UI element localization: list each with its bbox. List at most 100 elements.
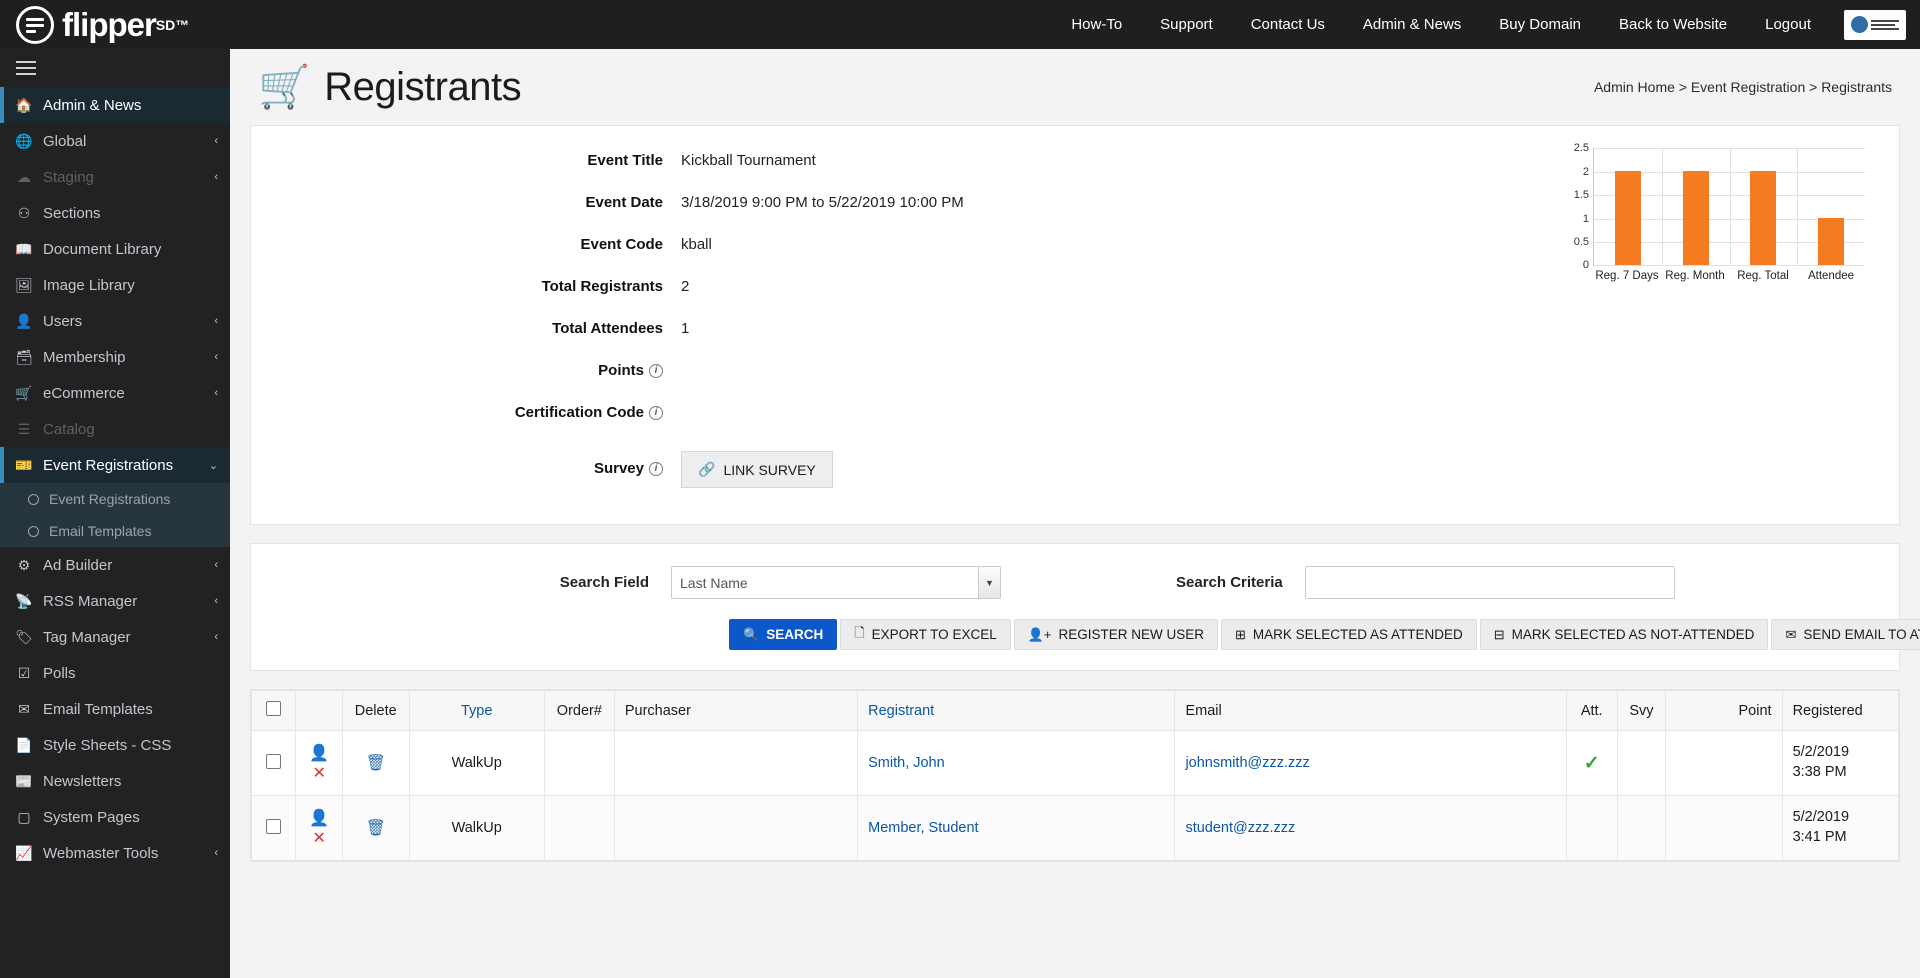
search-button[interactable]: 🔍 SEARCH — [729, 619, 838, 650]
sidebar-item-rss-manager[interactable]: 📡 RSS Manager ‹ — [0, 583, 230, 619]
top-nav-links: How-To Support Contact Us Admin & News B… — [1052, 0, 1920, 49]
sidebar-item-staging[interactable]: ☁ Staging ‹ — [0, 159, 230, 195]
topnav-back-to-website[interactable]: Back to Website — [1600, 0, 1746, 49]
sidebar-item-label: Event Registrations — [43, 456, 174, 474]
search-field-select[interactable]: Last Name — [671, 566, 1001, 599]
sidebar-item-membership[interactable]: 🗃 Membership ‹ — [0, 339, 230, 375]
sidebar-toggle-button[interactable] — [0, 49, 230, 87]
sidebar-item-label: RSS Manager — [43, 592, 138, 610]
row-registered-cell: 5/2/2019 3:38 PM — [1781, 730, 1900, 796]
sidebar-item-ecommerce[interactable]: 🛒 eCommerce ‹ — [0, 375, 230, 411]
mark-selected-as-attended-button[interactable]: ⊞ MARK SELECTED AS ATTENDED — [1221, 619, 1477, 650]
row-select-cell — [250, 730, 297, 796]
topnav-admin-news[interactable]: Admin & News — [1344, 0, 1480, 49]
chevron-left-icon: ‹ — [214, 631, 218, 643]
email-link[interactable]: johnsmith@zzz.zzz — [1185, 755, 1309, 771]
info-icon[interactable]: i — [649, 363, 663, 378]
home-icon: 🏠 — [15, 96, 33, 113]
trash-icon[interactable]: 🗑 — [366, 820, 386, 837]
chevron-left-icon: ‹ — [214, 135, 218, 147]
topnav-support[interactable]: Support — [1141, 0, 1232, 49]
row-purchaser — [613, 730, 859, 796]
header-registrant[interactable]: Registrant — [857, 690, 1176, 731]
chart-bar-reg-total — [1750, 170, 1777, 265]
sidebar-item-global[interactable]: 🌐 Global ‹ — [0, 123, 230, 159]
chart-ytick: 0 — [1582, 259, 1589, 271]
event-detail-card: Event Title Kickball Tournament Event Da… — [250, 125, 1900, 525]
chart-ytick: 1 — [1582, 212, 1589, 225]
row-checkbox[interactable] — [266, 753, 282, 769]
sidebar-item-sections[interactable]: ⚇ Sections — [0, 195, 230, 231]
topnav-logout[interactable]: Logout — [1746, 0, 1830, 49]
chart-xtick: Attendee — [1807, 270, 1855, 282]
user-remove-icon[interactable]: 👤✕ — [309, 745, 329, 782]
brand-superscript: SD™ — [155, 17, 190, 33]
detail-label: Event Date — [585, 194, 663, 211]
registrant-link[interactable]: Member, Student — [868, 820, 978, 836]
newspaper-icon: 📰 — [15, 772, 33, 789]
send-email-to-attendees-button-label: SEND EMAIL TO ATTENDEES — [1803, 627, 1920, 642]
sidebar-item-admin-news[interactable]: 🏠 Admin & News — [0, 87, 230, 123]
table-body: 👤✕ 🗑 WalkUp Smith, John johnsmith@zzz.zz… — [250, 730, 1900, 861]
sidebar-item-users[interactable]: 👤 Users ‹ — [0, 303, 230, 339]
trash-icon[interactable]: 🗑 — [366, 755, 386, 772]
email-link[interactable]: student@zzz.zzz — [1185, 820, 1295, 836]
sidebar-item-style-sheets-css[interactable]: 📄 Style Sheets - CSS — [0, 727, 230, 763]
chart-xtick: Reg. Month — [1665, 270, 1725, 282]
row-registrant-cell: Smith, John — [857, 730, 1176, 796]
export-to-excel-button-label: EXPORT TO EXCEL — [871, 627, 997, 642]
info-icon[interactable]: i — [649, 461, 663, 476]
sidebar-item-document-library[interactable]: 📖 Document Library — [0, 231, 230, 267]
registrant-link[interactable]: Smith, John — [868, 755, 945, 771]
link-survey-button[interactable]: 🔗 LINK SURVEY — [681, 451, 833, 488]
sidebar-item-label: Polls — [43, 664, 76, 682]
sidebar-item-newsletters[interactable]: 📰 Newsletters — [0, 763, 230, 799]
detail-label-text: Certification Code — [514, 404, 644, 421]
detail-value-event-code: kball — [681, 236, 712, 253]
registrants-table-card: Delete Type Order# Purchaser Registrant … — [250, 689, 1900, 862]
sidebar-item-ad-builder[interactable]: ⚙ Ad Builder ‹ — [0, 547, 230, 583]
chevron-left-icon: ‹ — [214, 595, 218, 607]
user-remove-icon[interactable]: 👤✕ — [309, 810, 329, 847]
send-email-to-attendees-button[interactable]: ✉ SEND EMAIL TO ATTENDEES — [1771, 619, 1920, 650]
search-button-label: SEARCH — [766, 627, 824, 642]
sidebar-subitem-email-templates[interactable]: Email Templates — [0, 515, 230, 547]
chart-bars — [1594, 148, 1865, 265]
sidebar-item-polls[interactable]: ☑ Polls — [0, 655, 230, 691]
sidebar-item-webmaster-tools[interactable]: 📈 Webmaster Tools ‹ — [0, 835, 230, 871]
mark-selected-as-not-attended-button[interactable]: ⊟ MARK SELECTED AS NOT-ATTENDED — [1479, 619, 1769, 650]
select-all-checkbox[interactable] — [266, 701, 282, 716]
sidebar-subitem-label: Event Registrations — [49, 491, 171, 507]
sidebar-subitem-event-registrations[interactable]: Event Registrations — [0, 483, 230, 515]
header-type[interactable]: Type — [408, 690, 545, 731]
topnav-buy-domain[interactable]: Buy Domain — [1480, 0, 1600, 49]
row-remove-cell: 👤✕ — [295, 795, 343, 861]
row-checkbox[interactable] — [266, 818, 282, 834]
chart-ytick: 2.5 — [1573, 142, 1589, 154]
header-order-number: Order# — [543, 690, 615, 731]
sidebar-item-label: Webmaster Tools — [43, 844, 159, 862]
flipper-logo-icon — [16, 5, 54, 44]
minus-square-icon: ⊟ — [1493, 626, 1505, 642]
sidebar-item-system-pages[interactable]: ▢ System Pages — [0, 799, 230, 835]
sidebar-item-catalog[interactable]: ☰ Catalog — [0, 411, 230, 447]
sidebar-item-image-library[interactable]: 🖼 Image Library — [0, 267, 230, 303]
detail-value-total-attendees: 1 — [681, 320, 690, 337]
search-criteria-label: Search Criteria — [1176, 574, 1283, 591]
search-field-label: Search Field — [559, 574, 649, 591]
sidebar-item-label: Admin & News — [43, 96, 142, 114]
detail-label-text: Survey — [593, 460, 644, 477]
detail-label: Event Title — [587, 152, 663, 169]
chart-ytick: 0.5 — [1573, 236, 1589, 249]
export-to-excel-button[interactable]: 🗋 EXPORT TO EXCEL — [840, 619, 1011, 650]
brand-logo-area[interactable]: flipperSD™ — [0, 0, 230, 49]
topnav-how-to[interactable]: How-To — [1052, 0, 1141, 49]
register-new-user-button[interactable]: 👤+ REGISTER NEW USER — [1013, 619, 1219, 650]
sidebar-item-tag-manager[interactable]: 🏷 Tag Manager ‹ — [0, 619, 230, 655]
search-criteria-input[interactable] — [1304, 566, 1675, 599]
sidebar-item-email-templates[interactable]: ✉ Email Templates — [0, 691, 230, 727]
info-icon[interactable]: i — [649, 405, 663, 420]
topnav-contact-us[interactable]: Contact Us — [1232, 0, 1344, 49]
cart-icon: 🛒 — [15, 384, 33, 401]
sidebar-item-event-registrations[interactable]: 🎫 Event Registrations ⌄ — [0, 447, 230, 483]
